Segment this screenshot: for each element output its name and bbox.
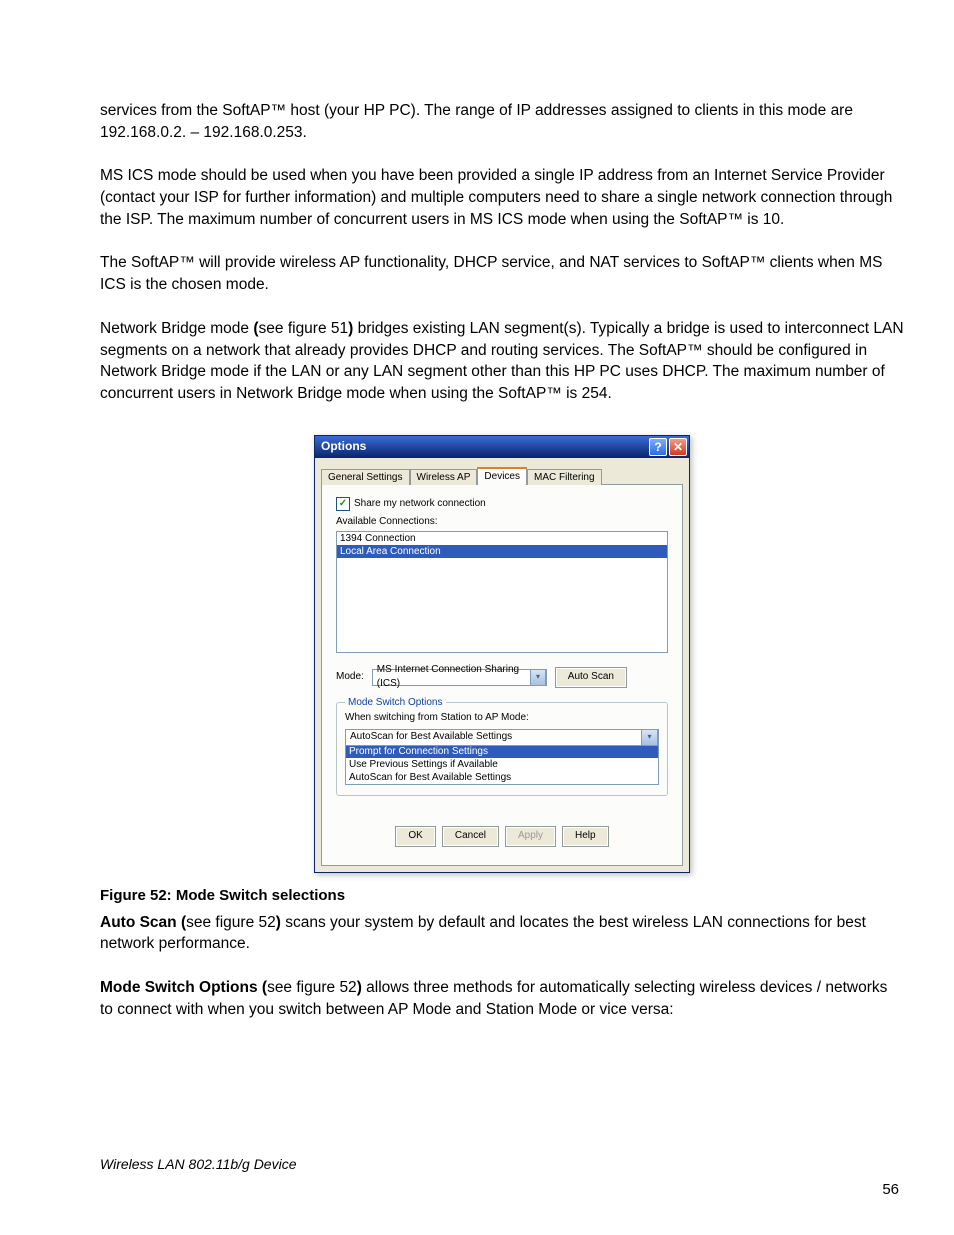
paragraph: Mode Switch Options (see figure 52) allo… xyxy=(100,977,904,1020)
footer-title: Wireless LAN 802.11b/g Device xyxy=(100,1155,297,1175)
mode-row: Mode: MS Internet Connection Sharing (IC… xyxy=(336,667,668,688)
share-connection-label: Share my network connection xyxy=(354,497,486,511)
tab-devices[interactable]: Devices xyxy=(477,467,527,485)
help-icon[interactable]: ? xyxy=(649,438,667,456)
text-run: Network Bridge mode xyxy=(100,320,253,337)
page-number: 56 xyxy=(882,1179,899,1200)
list-item[interactable]: Local Area Connection xyxy=(337,545,667,558)
switch-label: When switching from Station to AP Mode: xyxy=(345,711,659,725)
available-connections-label: Available Connections: xyxy=(336,515,668,529)
paragraph: services from the SoftAP™ host (your HP … xyxy=(100,100,904,143)
cancel-button[interactable]: Cancel xyxy=(442,826,499,847)
tab-strip: General Settings Wireless AP Devices MAC… xyxy=(321,466,683,485)
share-connection-row: ✓ Share my network connection xyxy=(336,497,668,511)
mode-combo[interactable]: MS Internet Connection Sharing (ICS) ▾ xyxy=(372,669,547,686)
window-title: Options xyxy=(321,438,647,455)
combo-option[interactable]: Use Previous Settings if Available xyxy=(346,758,658,771)
list-item[interactable]: 1394 Connection xyxy=(337,532,667,545)
switch-combo-value: AutoScan for Best Available Settings xyxy=(350,730,512,744)
dialog-buttons: OK Cancel Apply Help xyxy=(336,826,668,847)
switch-combo-dropdown[interactable]: Prompt for Connection Settings Use Previ… xyxy=(345,745,659,785)
mode-switch-fieldset: Mode Switch Options When switching from … xyxy=(336,702,668,796)
chevron-down-icon[interactable]: ▾ xyxy=(530,669,546,686)
paragraph: Network Bridge mode (see figure 51) brid… xyxy=(100,318,904,405)
fieldset-legend: Mode Switch Options xyxy=(345,696,446,710)
apply-button[interactable]: Apply xyxy=(505,826,556,847)
combo-option[interactable]: Prompt for Connection Settings xyxy=(346,745,658,758)
text-run: see figure 52 xyxy=(186,914,276,931)
mode-label: Mode: xyxy=(336,670,364,684)
close-icon[interactable]: ✕ xyxy=(669,438,687,456)
share-connection-checkbox[interactable]: ✓ xyxy=(336,497,350,511)
bold-run: Auto Scan ( xyxy=(100,914,186,931)
paragraph: MS ICS mode should be used when you have… xyxy=(100,165,904,230)
tab-general-settings[interactable]: General Settings xyxy=(321,469,410,485)
chevron-down-icon[interactable]: ▾ xyxy=(641,729,658,746)
tab-page-devices: ✓ Share my network connection Available … xyxy=(321,485,683,866)
help-button[interactable]: Help xyxy=(562,826,609,847)
text-run: see figure 51 xyxy=(259,320,349,337)
text-run: see figure 52 xyxy=(267,979,357,996)
figure-container: Options ? ✕ General Settings Wireless AP… xyxy=(100,435,904,873)
paragraph: The SoftAP™ will provide wireless AP fun… xyxy=(100,252,904,295)
ok-button[interactable]: OK xyxy=(395,826,435,847)
combo-option[interactable]: AutoScan for Best Available Settings xyxy=(346,771,658,784)
switch-combo[interactable]: AutoScan for Best Available Settings ▾ xyxy=(345,729,659,746)
tab-mac-filtering[interactable]: MAC Filtering xyxy=(527,469,602,485)
figure-caption: Figure 52: Mode Switch selections xyxy=(100,885,904,906)
dialog-body: General Settings Wireless AP Devices MAC… xyxy=(315,458,689,872)
connections-listbox[interactable]: 1394 Connection Local Area Connection xyxy=(336,531,668,653)
tab-wireless-ap[interactable]: Wireless AP xyxy=(410,469,478,485)
titlebar: Options ? ✕ xyxy=(315,436,689,458)
bold-run: Mode Switch Options ( xyxy=(100,979,267,996)
mode-combo-value: MS Internet Connection Sharing (ICS) xyxy=(377,663,530,691)
auto-scan-button[interactable]: Auto Scan xyxy=(555,667,627,688)
document-page: services from the SoftAP™ host (your HP … xyxy=(0,0,954,1235)
paragraph: Auto Scan (see figure 52) scans your sys… xyxy=(100,912,904,955)
options-dialog: Options ? ✕ General Settings Wireless AP… xyxy=(314,435,690,873)
